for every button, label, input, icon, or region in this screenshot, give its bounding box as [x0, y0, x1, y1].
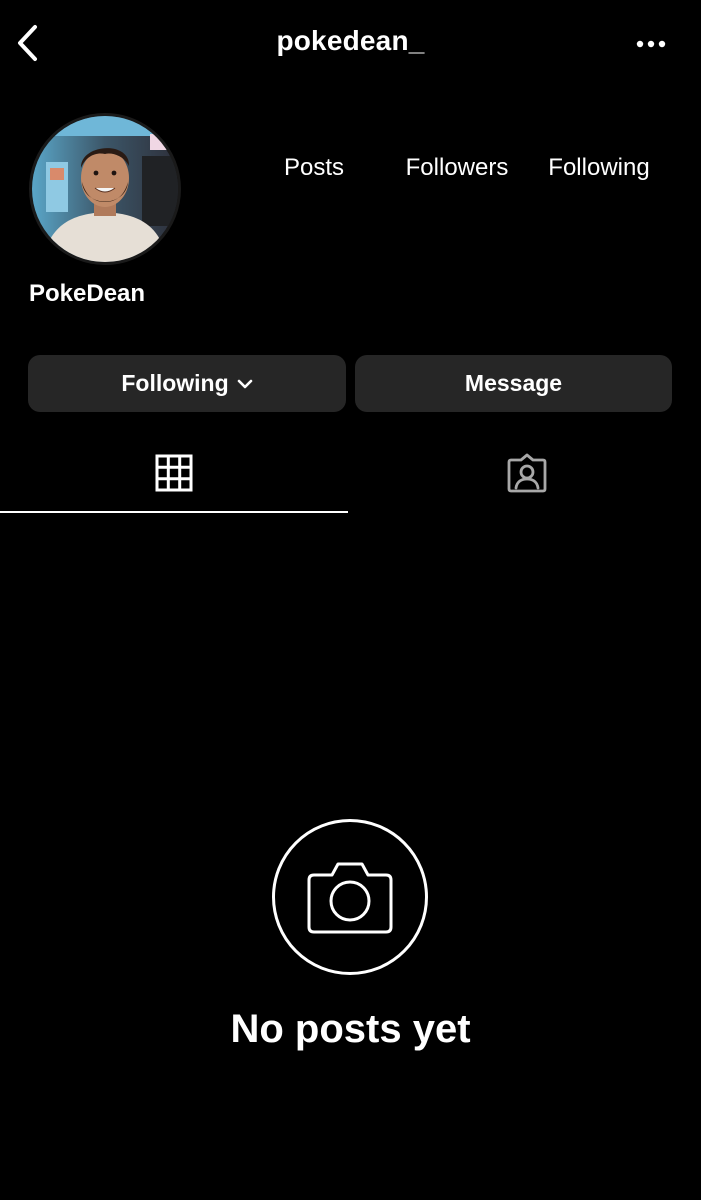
profile-header: pokedean_ — [0, 0, 701, 88]
followers-stat[interactable]: Followers — [392, 154, 522, 182]
display-name: PokeDean — [29, 280, 146, 307]
posts-stat[interactable]: Posts — [262, 154, 366, 182]
avatar[interactable] — [29, 113, 181, 265]
selected-tab-indicator — [0, 511, 348, 513]
tab-tagged[interactable] — [352, 432, 701, 514]
following-button-label: Following — [121, 370, 229, 396]
tagged-person-icon — [507, 453, 546, 493]
empty-state-title: No posts yet — [230, 1007, 471, 1051]
empty-state-circle — [272, 819, 428, 975]
profile-tabs — [0, 432, 701, 514]
following-button[interactable]: Following — [28, 355, 346, 412]
camera-icon — [307, 862, 393, 934]
grid-icon — [155, 454, 193, 492]
tab-grid[interactable] — [0, 432, 348, 514]
profile-photo — [32, 116, 178, 262]
chevron-down-icon — [237, 379, 253, 389]
message-button-label: Message — [464, 370, 563, 396]
message-button[interactable]: Message — [355, 355, 672, 412]
more-horizontal-icon — [636, 40, 666, 48]
more-options-button[interactable] — [628, 26, 674, 62]
following-stat[interactable]: Following — [538, 154, 660, 182]
username-title: pokedean_ — [276, 25, 425, 56]
